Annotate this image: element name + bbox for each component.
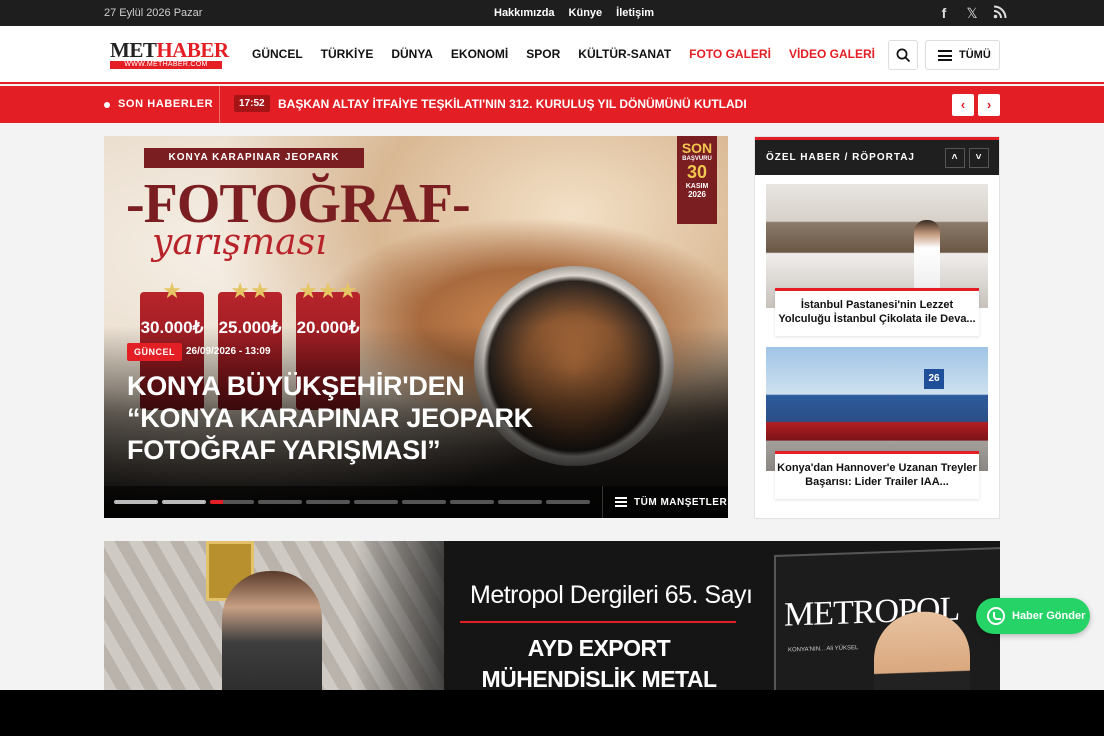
advertisement-banner[interactable]: Metropol Dergileri 65. Sayı AYD EXPORT M… <box>104 541 1000 691</box>
top-links: Hakkımızda Künye İletişim <box>494 7 654 19</box>
slider-controls: TÜM MANŞETLER <box>104 486 728 518</box>
top-bar: 27 Eylül 2026 Pazar Hakkımızda Künye İle… <box>0 0 1104 26</box>
all-headlines-label: TÜM MANŞETLER <box>634 497 728 508</box>
chevron-down-icon[interactable]: ˅ <box>969 148 989 168</box>
news-card-title: Konya'dan Hannover'e Uzanan Treyler Başa… <box>775 451 979 499</box>
poster-subtitle: yarışması <box>152 222 327 263</box>
slider-page-dot[interactable] <box>546 500 590 504</box>
star-icon: ★★ <box>230 278 270 303</box>
x-twitter-icon[interactable]: 𝕏 <box>964 5 980 21</box>
facebook-icon[interactable]: f <box>936 5 952 21</box>
breaking-news-bar: SON HABERLER 17:52 BAŞKAN ALTAY İTFAİYE … <box>0 86 1104 123</box>
slide-title[interactable]: KONYA BÜYÜKŞEHİR'DEN “KONYA KARAPINAR JE… <box>127 370 557 466</box>
site-logo[interactable]: METHABER WWW.METHABER.COM <box>110 38 229 70</box>
slider-page-dot[interactable] <box>402 500 446 504</box>
breaking-label: SON HABERLER <box>118 98 214 110</box>
menu-icon <box>938 50 952 61</box>
slider-page-dot[interactable] <box>450 500 494 504</box>
magazine-cover: METROPOL KONYA'NIN... Ali YÜKSEL <box>774 546 1000 691</box>
panel-header: ÖZEL HABER / RÖPORTAJ ˄ ˅ <box>755 137 999 175</box>
nav-turkiye[interactable]: TÜRKİYE <box>321 47 374 61</box>
nav-kultur-sanat[interactable]: KÜLTÜR-SANAT <box>578 47 671 61</box>
link-contact[interactable]: İletişim <box>616 7 654 19</box>
ad-divider <box>460 621 736 623</box>
headline-slider[interactable]: KONYA KARAPINAR JEOPARK -FOTOĞRAF- yarış… <box>104 136 728 518</box>
nav-guncel[interactable]: GÜNCEL <box>252 47 303 61</box>
live-dot-icon <box>104 102 110 108</box>
breaking-next-button[interactable]: › <box>978 94 1000 116</box>
breaking-headline[interactable]: BAŞKAN ALTAY İTFAİYE TEŞKİLATI'NIN 312. … <box>278 97 747 111</box>
nav-ekonomi[interactable]: EKONOMİ <box>451 47 508 61</box>
site-header: METHABER WWW.METHABER.COM GÜNCEL TÜRKİYE… <box>0 26 1104 84</box>
logo-url: WWW.METHABER.COM <box>110 61 222 69</box>
nav-spor[interactable]: SPOR <box>526 47 560 61</box>
all-categories-button[interactable]: TÜMÜ <box>925 40 1000 70</box>
breaking-time: 17:52 <box>234 95 270 112</box>
link-about[interactable]: Hakkımızda <box>494 7 555 19</box>
main-nav: GÜNCEL TÜRKİYE DÜNYA EKONOMİ SPOR KÜLTÜR… <box>252 47 893 61</box>
news-card[interactable]: 26 Konya'dan Hannover'e Uzanan Treyler B… <box>766 347 988 499</box>
social-links: f 𝕏 <box>936 5 1008 21</box>
slider-page-dot[interactable] <box>210 500 254 504</box>
ad-fade <box>354 541 474 691</box>
all-categories-label: TÜMÜ <box>959 49 991 61</box>
breaking-prev-button[interactable]: ‹ <box>952 94 974 116</box>
ad-company: AYD EXPORT <box>527 635 671 661</box>
rss-icon[interactable] <box>992 5 1008 21</box>
slider-page-dot[interactable] <box>114 500 158 504</box>
special-reports-panel: ÖZEL HABER / RÖPORTAJ ˄ ˅ İstanbul Pasta… <box>754 136 1000 519</box>
nav-dunya[interactable]: DÜNYA <box>391 47 433 61</box>
deadline-badge: SON BAŞVURU 30 KASIM 2026 <box>677 136 717 224</box>
search-icon <box>896 48 911 63</box>
nav-foto-galeri[interactable]: FOTO GALERİ <box>689 47 771 61</box>
slider-page-dot[interactable] <box>498 500 542 504</box>
star-icon: ★ <box>162 278 182 303</box>
bottom-overlay <box>0 690 1104 736</box>
send-news-label: Haber Gönder <box>1012 610 1086 622</box>
divider <box>219 86 220 123</box>
panel-title: ÖZEL HABER / RÖPORTAJ <box>766 152 915 163</box>
link-imprint[interactable]: Künye <box>569 7 603 19</box>
news-card[interactable]: İstanbul Pastanesi'nin Lezzet Yolculuğu … <box>766 184 988 336</box>
slide-category-badge[interactable]: GÜNCEL <box>127 343 182 361</box>
search-button[interactable] <box>888 40 918 70</box>
slider-page-dot[interactable] <box>306 500 350 504</box>
ad-person-image <box>222 571 322 691</box>
menu-icon <box>615 497 627 507</box>
nav-video-galeri[interactable]: VİDEO GALERİ <box>789 47 875 61</box>
slider-page-dot[interactable] <box>162 500 206 504</box>
ad-headline: Metropol Dergileri 65. Sayı <box>470 581 753 609</box>
slider-pagination <box>114 500 590 504</box>
ad-tagline: MÜHENDİSLİK METAL YAPI <box>481 666 717 691</box>
slider-page-dot[interactable] <box>258 500 302 504</box>
send-news-whatsapp-button[interactable]: Haber Gönder <box>976 598 1090 634</box>
magazine-cover-text: KONYA'NIN... Ali YÜKSEL <box>788 645 859 654</box>
chevron-up-icon[interactable]: ˄ <box>945 148 965 168</box>
news-card-title: İstanbul Pastanesi'nin Lezzet Yolculuğu … <box>775 288 979 336</box>
whatsapp-icon <box>987 607 1005 625</box>
star-icon: ★★★ <box>298 278 358 303</box>
slide-date: 26/09/2026 - 13:09 <box>186 346 271 357</box>
slider-page-dot[interactable] <box>354 500 398 504</box>
poster-top-text: KONYA KARAPINAR JEOPARK <box>144 148 364 168</box>
all-headlines-button[interactable]: TÜM MANŞETLER <box>602 486 728 518</box>
logo-text: METHABER <box>110 38 229 62</box>
current-date: 27 Eylül 2026 Pazar <box>104 7 203 19</box>
